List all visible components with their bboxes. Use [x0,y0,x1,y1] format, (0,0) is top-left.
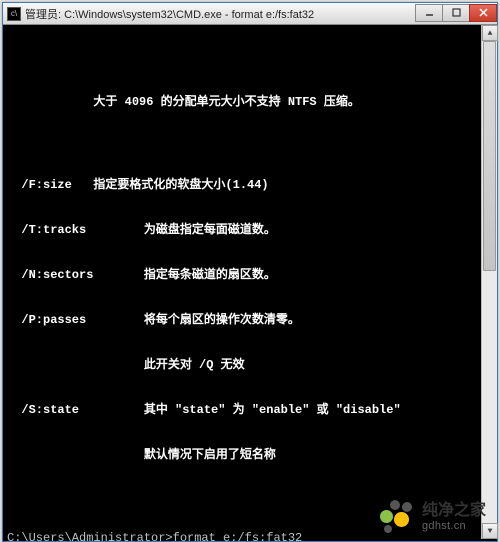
output-line: /N:sectors 指定每条磁道的扇区数。 [7,268,493,283]
output-line: /S:state 其中 "state" 为 "enable" 或 "disabl… [7,403,493,418]
watermark: 纯净之家 gdhst.cn [376,500,486,534]
window-title: 管理员: C:\Windows\system32\CMD.exe - forma… [25,6,416,22]
vertical-scrollbar[interactable]: ▲ ▼ [481,25,497,539]
watermark-url: gdhst.cn [422,520,486,532]
output-line: 默认情况下启用了短名称 [7,448,493,463]
watermark-text: 纯净之家 gdhst.cn [422,502,486,532]
watermark-name: 纯净之家 [422,502,486,520]
output-line: 大于 4096 的分配单元大小不支持 NTFS 压缩。 [7,95,493,110]
output-line: /T:tracks 为磁盘指定每面磁道数。 [7,223,493,238]
window-controls [416,4,497,22]
minimize-button[interactable] [415,4,443,22]
maximize-button[interactable] [442,4,470,22]
watermark-logo-icon [376,500,416,534]
close-button[interactable] [469,4,497,22]
scroll-up-button[interactable]: ▲ [482,25,498,41]
cmd-icon: c\ [7,7,21,21]
output-line: /P:passes 将每个扇区的操作次数清零。 [7,313,493,328]
scroll-track[interactable] [482,41,497,523]
output-line: 此开关对 /Q 无效 [7,358,493,373]
scroll-thumb[interactable] [483,41,496,271]
output-line: /F:size 指定要格式化的软盘大小(1.44) [7,178,493,193]
titlebar[interactable]: c\ 管理员: C:\Windows\system32\CMD.exe - fo… [3,3,497,25]
terminal-output[interactable]: 大于 4096 的分配单元大小不支持 NTFS 压缩。 /F:size 指定要格… [3,25,497,541]
cmd-window: c\ 管理员: C:\Windows\system32\CMD.exe - fo… [2,2,498,542]
